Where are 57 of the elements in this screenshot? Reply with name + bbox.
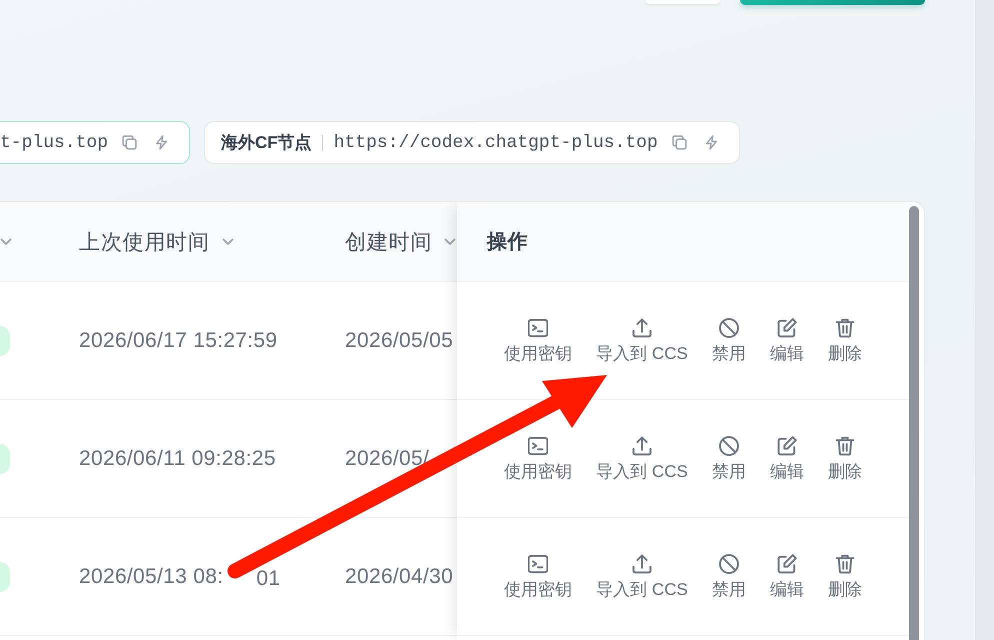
action-button[interactable]: 删除	[828, 436, 862, 482]
terminal-icon	[528, 318, 548, 338]
ban-icon	[718, 554, 739, 574]
timestamp-text: 01	[256, 566, 280, 590]
timestamp-text: 2026/05/05	[345, 328, 454, 352]
timestamp-text: 2026/05/13 08:	[79, 564, 224, 588]
timestamp-text: 2026/05/	[345, 446, 430, 470]
action-button[interactable]: 编辑	[770, 318, 804, 364]
ban-icon	[718, 318, 739, 338]
timestamp-text: 2026/06/11 09:28:25	[79, 446, 276, 470]
action-button[interactable]: 删除	[828, 554, 862, 600]
action-button[interactable]: 删除	[828, 318, 862, 364]
trash-icon	[834, 318, 855, 338]
upload-icon	[632, 554, 652, 574]
ban-icon	[718, 436, 739, 456]
column-header: 操作	[487, 230, 528, 255]
endpoint-url: t-plus.top	[0, 132, 108, 152]
action-button[interactable]: 编辑	[770, 554, 804, 600]
upload-icon	[632, 436, 652, 456]
action-button[interactable]: 禁用	[712, 554, 746, 600]
lightning-icon[interactable]	[154, 135, 170, 150]
primary-button[interactable]	[740, 0, 925, 5]
copy-icon[interactable]	[122, 135, 138, 150]
trash-icon	[834, 436, 855, 456]
timestamp-text: 2026/04/30	[345, 564, 454, 588]
chevron-down-icon[interactable]	[0, 238, 12, 246]
action-button[interactable]: 编辑	[770, 436, 804, 482]
lightning-icon[interactable]	[704, 135, 719, 150]
pencil-icon	[776, 318, 797, 338]
endpoint-chip[interactable]: 海外CF节点 https://codex.chatgpt-plus.top	[204, 121, 740, 164]
column-header: 创建时间	[345, 230, 432, 256]
action-button[interactable]: 使用密钥	[504, 436, 572, 482]
chevron-down-icon[interactable]	[222, 238, 234, 246]
trash-icon	[834, 554, 855, 574]
action-button[interactable]: 使用密钥	[504, 554, 572, 600]
pencil-icon	[776, 554, 797, 574]
column-header: 上次使用时间	[79, 230, 210, 256]
upload-icon	[632, 318, 652, 338]
status-badge	[0, 444, 10, 474]
terminal-icon	[528, 554, 548, 574]
pencil-icon	[776, 436, 797, 456]
copy-icon[interactable]	[672, 135, 687, 150]
scrollbar-thumb[interactable]	[909, 206, 919, 640]
action-button[interactable]: 使用密钥	[504, 318, 572, 364]
action-button[interactable]: 禁用	[712, 436, 746, 482]
status-badge	[0, 562, 10, 592]
endpoint-url: https://codex.chatgpt-plus.top	[334, 132, 658, 152]
action-button[interactable]: 禁用	[712, 318, 746, 364]
terminal-icon	[528, 436, 548, 456]
status-badge	[0, 326, 10, 356]
action-button[interactable]: 导入到 CCS	[596, 318, 688, 364]
endpoint-label: 海外CF节点	[221, 132, 312, 154]
action-button[interactable]: 导入到 CCS	[596, 554, 688, 600]
action-button[interactable]: 导入到 CCS	[596, 436, 688, 482]
endpoint-chip[interactable]: t-plus.top	[0, 121, 190, 164]
timestamp-text: 2026/06/17 15:27:59	[79, 328, 278, 352]
chevron-down-icon[interactable]	[444, 238, 456, 246]
